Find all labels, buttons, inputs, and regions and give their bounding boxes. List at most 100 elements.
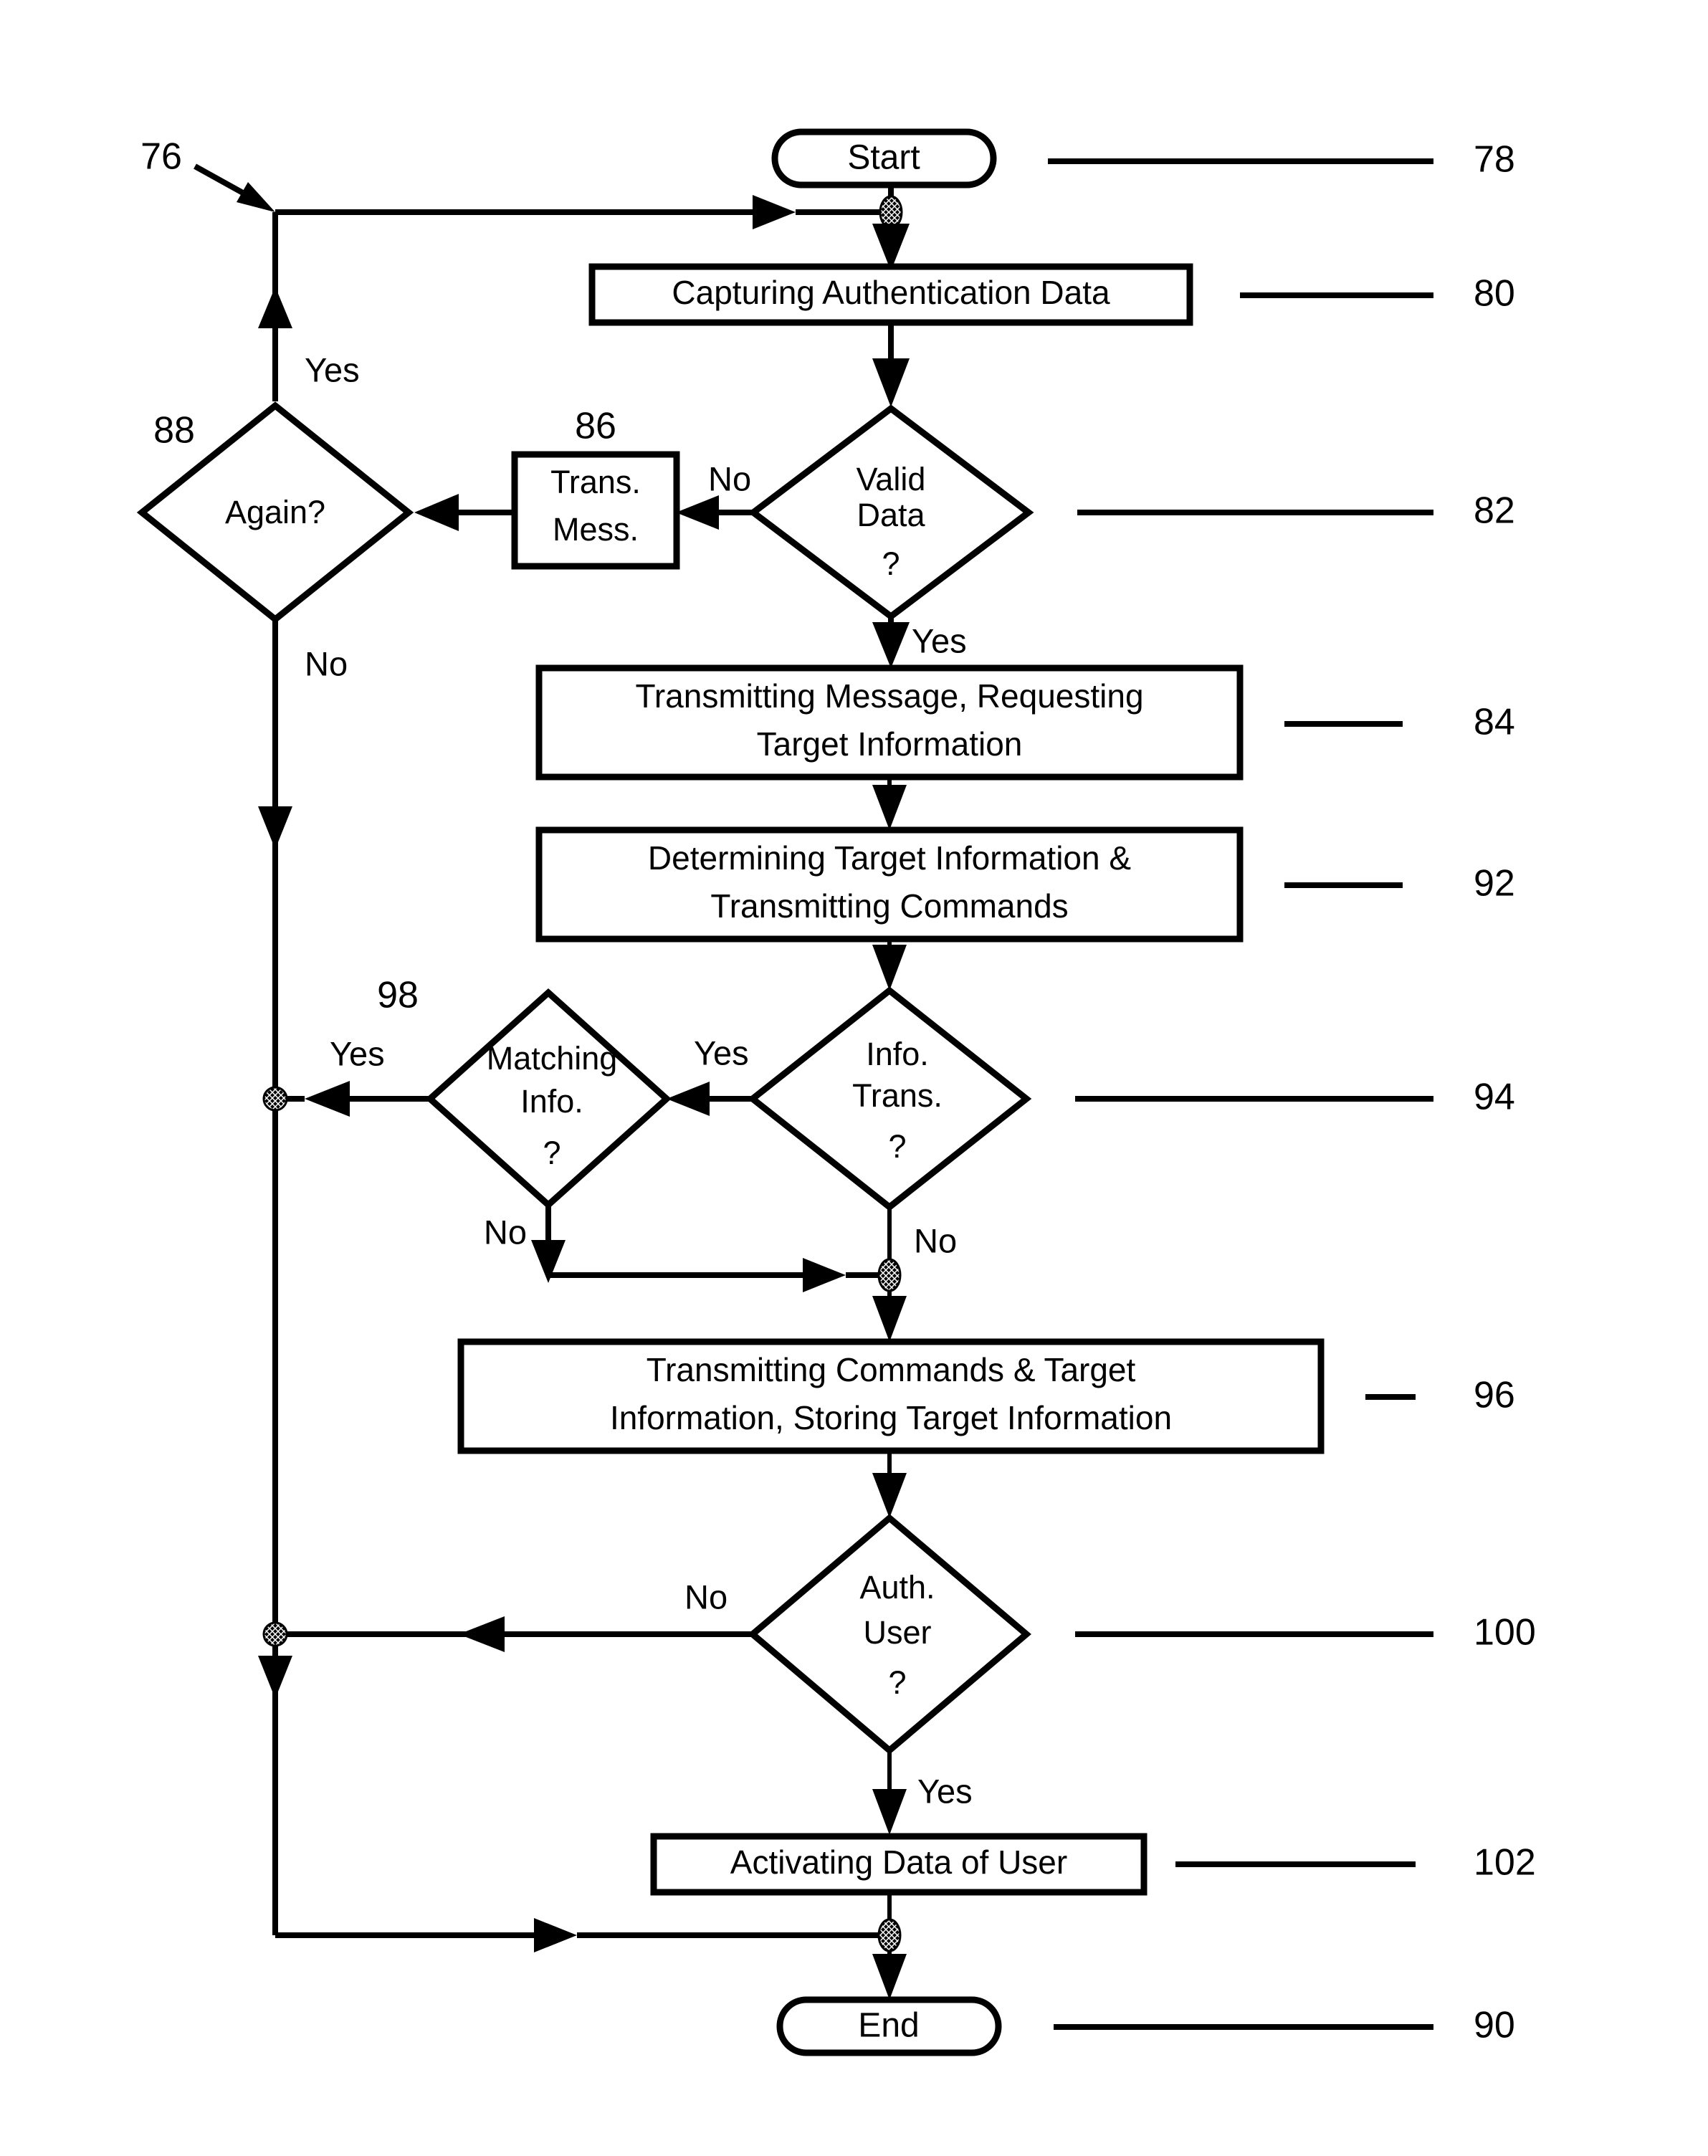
infotrans-yes-label: Yes: [694, 1034, 749, 1072]
flowchart-diagram: 76 Start 78 Capturing Authentication Dat…: [136, 128, 1536, 2056]
valid-no-label: No: [708, 459, 751, 497]
node-determining-target: Determining Target Information & Transmi…: [535, 826, 1244, 943]
junction-dot-end: [877, 1918, 902, 1952]
edge-infotrans-no: No: [887, 1207, 957, 1275]
matching-yes-label: Yes: [330, 1034, 385, 1072]
leader-94: 94: [1075, 1077, 1515, 1118]
node-transmitting-commands: Transmitting Commands & Target Informati…: [457, 1338, 1325, 1454]
edge-again-yes-loopback: [275, 195, 891, 229]
leader-78: 78: [1048, 139, 1515, 181]
edge-matching-yes: Yes: [262, 1034, 430, 1117]
valid-no-arrowhead: [676, 495, 719, 530]
matching-info-line1: Matching: [487, 1040, 618, 1077]
infotrans-yes-arrowhead: [667, 1082, 710, 1116]
node-matching-info: Matching Info. ?: [425, 988, 672, 1210]
auth-yes-label: Yes: [917, 1772, 973, 1810]
arrowhead-to-valid: [872, 358, 910, 407]
activating-label: Activating Data of User: [730, 1843, 1067, 1881]
determine-target-line1: Determining Target Information &: [648, 839, 1131, 877]
arrowhead-to-end: [872, 1954, 907, 2000]
again-label: Again?: [225, 494, 325, 530]
transmit-cmds-line1: Transmitting Commands & Target: [647, 1351, 1136, 1388]
again-no-label: No: [305, 644, 348, 682]
leader-82: 82: [1077, 490, 1515, 532]
ref-92: 92: [1474, 863, 1515, 905]
edge-valid-no: No: [676, 459, 753, 530]
arrowhead-92-94: [872, 945, 907, 991]
ref-90: 90: [1474, 2005, 1515, 2046]
edge-infotrans-yes: Yes: [667, 1034, 753, 1116]
ref-94: 94: [1474, 1077, 1515, 1118]
figure-ref-label: 76: [140, 136, 182, 178]
node-activating-data: Activating Data of User: [650, 1833, 1148, 1896]
loopback-up-arrowhead: [258, 287, 292, 328]
node-info-trans: Info. Trans. ?: [747, 986, 1032, 1211]
start-label: Start: [847, 139, 920, 177]
transmess-again-arrowhead: [414, 494, 459, 531]
figure-reference-76: 76: [140, 136, 275, 212]
ref-100: 100: [1474, 1612, 1536, 1654]
node-trans-mess: Trans. Mess.: [511, 451, 680, 570]
edge-auth-yes: Yes: [872, 1750, 973, 1835]
matching-no-right-arrowhead: [803, 1258, 846, 1292]
auth-user-line2: User: [863, 1614, 931, 1651]
capture-label: Capturing Authentication Data: [672, 274, 1110, 311]
ref-84: 84: [1474, 702, 1515, 743]
transmit-cmds-line2: Information, Storing Target Information: [610, 1399, 1172, 1436]
transmit-msg-line1: Transmitting Message, Requesting: [635, 677, 1143, 715]
ref-82: 82: [1474, 490, 1515, 532]
trans-mess-line2: Mess.: [553, 511, 639, 548]
arrowhead-84-92: [872, 785, 907, 830]
matching-info-line3: ?: [543, 1135, 560, 1171]
junction-dot-matching-yes: [262, 1086, 288, 1112]
figure-ref-arrowhead: [237, 182, 275, 212]
valid-data-line3: ?: [882, 545, 900, 582]
node-start: Start: [771, 128, 997, 189]
leader-80: 80: [1240, 273, 1515, 315]
transmit-msg-line2: Target Information: [757, 725, 1023, 763]
info-trans-line1: Info.: [866, 1036, 929, 1072]
patent-figure: 76 Start 78 Capturing Authentication Dat…: [0, 0, 1708, 2156]
node-auth-user: Auth. User ?: [748, 1514, 1031, 1755]
junction-dot-merge-96: [877, 1258, 902, 1292]
infotrans-no-label: No: [914, 1221, 957, 1259]
ref-96: 96: [1474, 1375, 1515, 1416]
matching-yes-arrowhead: [305, 1081, 350, 1117]
info-trans-line2: Trans.: [852, 1077, 943, 1114]
node-transmitting-message: Transmitting Message, Requesting Target …: [535, 664, 1244, 781]
valid-data-line2: Data: [857, 497, 925, 533]
edge-bottom-merge: [275, 1918, 889, 1952]
node-capturing-authentication-data: Capturing Authentication Data: [588, 263, 1193, 326]
trans-mess-line1: Trans.: [550, 464, 641, 500]
leader-92: 92: [1284, 863, 1515, 905]
auth-user-line3: ?: [888, 1664, 906, 1701]
end-label: End: [858, 2007, 919, 2045]
ref-88: 88: [153, 410, 195, 452]
auth-no-label: No: [684, 1578, 727, 1616]
left-rail-down-arrowhead: [258, 1656, 292, 1699]
edge-matching-no: No: [484, 1205, 889, 1292]
leader-100: 100: [1075, 1612, 1536, 1654]
auth-user-line1: Auth.: [859, 1569, 935, 1606]
ref-102: 102: [1474, 1842, 1536, 1884]
valid-yes-label: Yes: [912, 621, 967, 659]
junction-dot-start: [879, 195, 903, 229]
determine-target-line2: Transmitting Commands: [710, 887, 1068, 925]
ref-80: 80: [1474, 273, 1515, 315]
arrowhead-to-96: [872, 1296, 907, 1342]
loopback-arrowhead: [753, 195, 796, 229]
matching-info-line2: Info.: [520, 1083, 583, 1120]
ref-78: 78: [1474, 139, 1515, 181]
leader-84: 84: [1284, 702, 1515, 743]
leader-90: 90: [1054, 2005, 1515, 2046]
info-trans-line3: ?: [888, 1128, 906, 1165]
again-yes-label: Yes: [305, 350, 360, 388]
node-end: End: [776, 1996, 1002, 2056]
junction-dot-auth-no: [262, 1621, 288, 1647]
leader-102: 102: [1175, 1842, 1536, 1884]
node-valid-data: Valid Data ?: [748, 404, 1034, 621]
edge-auth-no: No: [262, 1578, 753, 1652]
edge-valid-yes: Yes: [872, 616, 967, 668]
valid-data-line1: Valid: [857, 461, 926, 497]
matching-no-label: No: [484, 1213, 527, 1251]
